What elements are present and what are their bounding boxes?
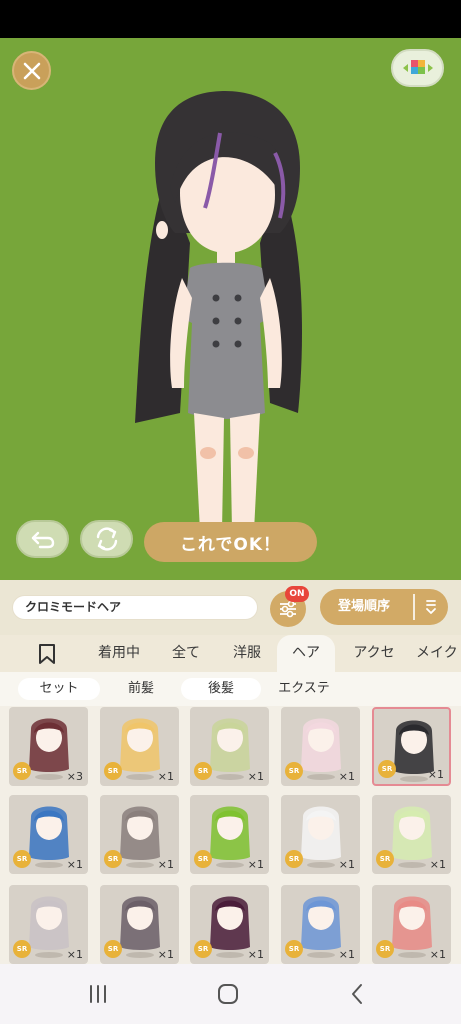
item-quantity: ×1 xyxy=(429,858,446,871)
hair-item-card[interactable]: SR ×1 xyxy=(372,885,451,964)
rarity-badge: SR xyxy=(194,940,212,958)
rarity-badge: SR xyxy=(104,762,122,780)
system-navigation-bar xyxy=(0,964,461,1024)
hair-item-card[interactable]: SR ×1 xyxy=(190,707,269,786)
avatar-character xyxy=(135,91,303,546)
item-quantity: ×1 xyxy=(157,770,174,783)
item-quantity: ×1 xyxy=(247,858,264,871)
hair-item-card[interactable]: SR ×1 xyxy=(190,885,269,964)
hair-item-grid: SR ×3 SR ×1 SR ×1 SR ×1 SR ×1 SR ×1 SR ×1 SR ×1 SR ×1 SR ×1… xyxy=(0,706,461,964)
filter-on-badge: ON xyxy=(285,586,309,602)
hair-item-card[interactable]: SR ×1 xyxy=(281,885,360,964)
undo-button[interactable] xyxy=(16,520,69,558)
rarity-badge: SR xyxy=(285,940,303,958)
rarity-badge: SR xyxy=(378,760,396,778)
item-quantity: ×1 xyxy=(66,858,83,871)
bookmark-icon[interactable] xyxy=(36,643,58,665)
rarity-badge: SR xyxy=(104,940,122,958)
item-quantity: ×1 xyxy=(338,948,355,961)
subtab-extensions[interactable]: エクステ xyxy=(266,678,342,700)
item-quantity: ×1 xyxy=(427,768,444,781)
rotate-button[interactable] xyxy=(80,520,133,558)
tab-all[interactable]: 全て xyxy=(158,635,214,672)
tab-makeup[interactable]: メイク xyxy=(416,635,461,672)
palette-icon xyxy=(402,60,433,74)
hair-item-card[interactable]: SR ×1 xyxy=(100,885,179,964)
item-quantity: ×3 xyxy=(66,770,83,783)
subtab-set[interactable]: セット xyxy=(18,678,100,700)
tab-clothes[interactable]: 洋服 xyxy=(218,635,276,672)
rarity-badge: SR xyxy=(376,940,394,958)
rarity-badge: SR xyxy=(194,762,212,780)
sort-direction-icon[interactable] xyxy=(422,598,440,616)
hair-item-card[interactable]: SR ×1 xyxy=(9,795,88,874)
rarity-badge: SR xyxy=(194,850,212,868)
rarity-badge: SR xyxy=(376,850,394,868)
item-quantity: ×1 xyxy=(157,948,174,961)
rarity-badge: SR xyxy=(285,762,303,780)
sliders-icon xyxy=(280,600,296,618)
hair-item-card[interactable]: SR ×1 xyxy=(100,795,179,874)
subcategory-tabs: セット 前髪 後髪 エクステ xyxy=(0,672,461,706)
category-tabs: 着用中 全て 洋服 ヘア アクセ メイク xyxy=(0,635,461,672)
tab-hair[interactable]: ヘア xyxy=(277,635,335,672)
home-icon[interactable] xyxy=(216,982,240,1006)
subtab-back-hair[interactable]: 後髪 xyxy=(181,678,261,700)
item-quantity: ×1 xyxy=(338,858,355,871)
item-quantity: ×1 xyxy=(247,948,264,961)
back-icon[interactable] xyxy=(346,982,370,1006)
outfit-name-field[interactable]: クロミモードヘア xyxy=(12,595,258,620)
sort-order-label: 登場順序 xyxy=(338,599,391,614)
confirm-ok-button[interactable]: これでOK！ xyxy=(144,522,317,562)
item-quantity: ×1 xyxy=(338,770,355,783)
sort-divider xyxy=(413,594,415,620)
subtab-bangs[interactable]: 前髪 xyxy=(108,678,174,700)
name-filter-bar: クロミモードヘア ON 登場順序 xyxy=(0,580,461,635)
hair-item-card[interactable]: SR ×1 xyxy=(9,885,88,964)
hair-item-card[interactable]: SR ×1 xyxy=(372,707,451,786)
palette-button[interactable] xyxy=(391,49,444,87)
sort-order-button[interactable]: 登場順序 xyxy=(320,589,448,625)
rarity-badge: SR xyxy=(104,850,122,868)
rarity-badge: SR xyxy=(13,940,31,958)
hair-item-card[interactable]: SR ×1 xyxy=(372,795,451,874)
rarity-badge: SR xyxy=(285,850,303,868)
close-button[interactable] xyxy=(12,51,51,90)
tab-accessories[interactable]: アクセ xyxy=(338,635,410,672)
rotate-icon xyxy=(96,527,117,551)
avatar-stage: これでOK！ xyxy=(0,38,461,580)
item-quantity: ×1 xyxy=(157,858,174,871)
hair-item-card[interactable]: SR ×3 xyxy=(9,707,88,786)
item-quantity: ×1 xyxy=(429,948,446,961)
rarity-badge: SR xyxy=(13,850,31,868)
item-quantity: ×1 xyxy=(247,770,264,783)
undo-icon xyxy=(31,531,54,549)
item-quantity: ×1 xyxy=(66,948,83,961)
recents-icon[interactable] xyxy=(86,982,110,1006)
hair-item-card[interactable]: SR ×1 xyxy=(281,795,360,874)
close-icon xyxy=(23,62,40,79)
status-bar xyxy=(0,0,461,38)
hair-item-card[interactable]: SR ×1 xyxy=(100,707,179,786)
hair-item-card[interactable]: SR ×1 xyxy=(190,795,269,874)
rarity-badge: SR xyxy=(13,762,31,780)
tab-wearing[interactable]: 着用中 xyxy=(86,635,152,672)
hair-item-card[interactable]: SR ×1 xyxy=(281,707,360,786)
